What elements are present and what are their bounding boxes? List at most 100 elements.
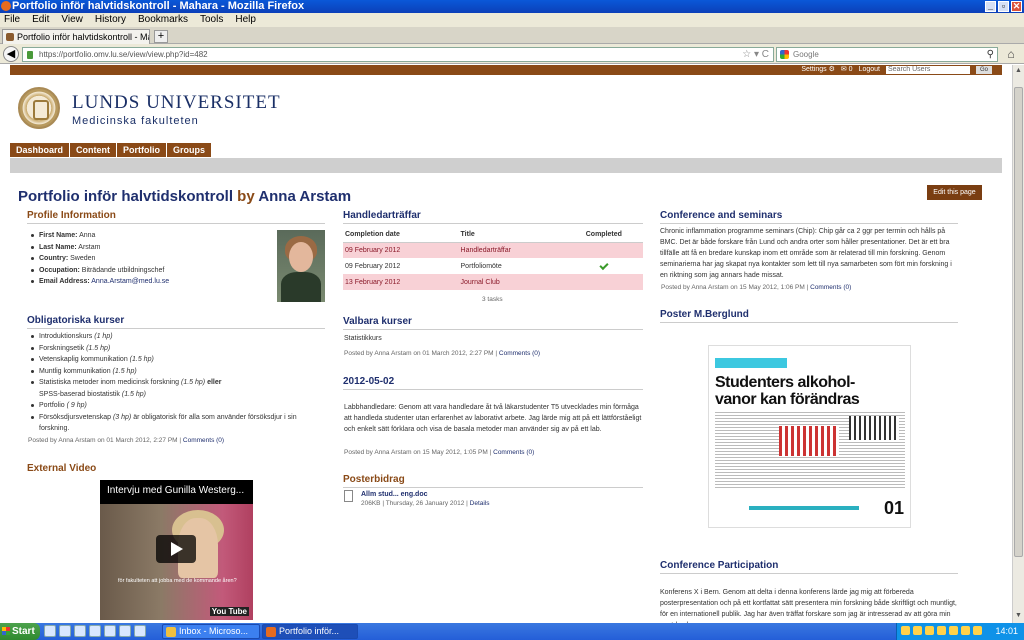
comments-link[interactable]: Comments (0) <box>183 437 224 444</box>
video-title[interactable]: Intervju med Gunilla Westerg... <box>107 485 244 496</box>
close-button[interactable]: ✕ <box>1011 1 1022 12</box>
browser-tab[interactable]: Portfolio inför halvtidskontroll - Mahar… <box>2 29 150 44</box>
firefox-icon <box>1 1 11 11</box>
page-title-text: Portfolio inför halvtidskontroll <box>18 188 233 205</box>
tray-icon[interactable] <box>925 626 934 635</box>
quick-launch-icon[interactable] <box>74 625 86 637</box>
menu-edit[interactable]: Edit <box>32 13 49 27</box>
tray-icon[interactable] <box>913 626 922 635</box>
scrollbar-thumb[interactable] <box>1014 87 1023 557</box>
profile-photo <box>277 230 325 302</box>
comments-link[interactable]: Comments (0) <box>493 449 534 456</box>
outlook-icon <box>166 627 176 637</box>
settings-link[interactable]: Settings ⚙ <box>801 65 835 75</box>
page-title-by: by <box>237 188 255 205</box>
task-date: 09 February 2012 <box>343 242 459 258</box>
firefox-icon <box>266 627 276 637</box>
play-icon[interactable] <box>156 535 196 563</box>
search-icon[interactable]: ⚲ <box>987 48 994 61</box>
task-title[interactable]: Journal Club <box>458 274 565 290</box>
logout-link[interactable]: Logout <box>859 65 880 75</box>
task-status <box>564 274 643 290</box>
inbox-link[interactable]: ✉ 0 <box>841 65 853 75</box>
home-button[interactable]: ⌂ <box>1003 47 1019 62</box>
nav-portfolio[interactable]: Portfolio <box>117 143 167 157</box>
nav-dashboard[interactable]: Dashboard <box>10 143 70 157</box>
system-tray: 14:01 <box>896 623 1024 640</box>
favicon-icon <box>6 33 14 41</box>
quick-launch-icon[interactable] <box>119 625 131 637</box>
tab-label: Portfolio inför halvtidskontroll - Mahar… <box>17 32 149 42</box>
maximize-button[interactable]: ▫ <box>998 1 1009 12</box>
file-link[interactable]: Allm stud... eng.doc <box>361 489 428 500</box>
video-caption: för fakulteten att jobba med de kommande… <box>118 578 237 584</box>
minimize-button[interactable]: _ <box>985 1 996 12</box>
clock[interactable]: 14:01 <box>995 623 1018 640</box>
comments-link[interactable]: Comments (0) <box>499 350 540 357</box>
youtube-logo[interactable]: You Tube <box>209 607 249 616</box>
menu-history[interactable]: History <box>95 13 126 27</box>
profile-first-name: First Name: Anna <box>28 230 268 242</box>
quick-launch-icon[interactable] <box>89 625 101 637</box>
new-tab-button[interactable]: + <box>154 30 168 43</box>
conference-text: Chronic inflammation programme seminars … <box>660 228 952 279</box>
menu-file[interactable]: File <box>4 13 20 27</box>
back-button[interactable]: ◀ <box>3 46 19 62</box>
user-search-input[interactable]: Search Users <box>886 66 970 74</box>
tray-icon[interactable] <box>961 626 970 635</box>
quick-launch-icon[interactable] <box>59 625 71 637</box>
vertical-scrollbar[interactable]: ▲ ▼ <box>1012 65 1024 623</box>
window-title-bar: Portfolio inför halvtidskontroll - Mahar… <box>0 0 1024 13</box>
nav-content[interactable]: Content <box>70 143 117 157</box>
taskbar-item-inbox[interactable]: Inbox - Microso... <box>162 624 260 639</box>
taskbar-item-firefox[interactable]: Portfolio inför... <box>262 624 358 639</box>
menu-tools[interactable]: Tools <box>200 13 223 27</box>
go-button[interactable]: Go <box>976 66 992 74</box>
menu-view[interactable]: View <box>61 13 83 27</box>
comments-link[interactable]: Comments (0) <box>810 284 851 291</box>
search-bar[interactable]: Google ⚲ <box>776 47 998 62</box>
tasks-table: Completion date Title Completed 09 Febru… <box>343 228 643 290</box>
column-completion-date: Completion date <box>343 228 459 243</box>
tasks-count: 3 tasks <box>482 296 503 303</box>
video-player[interactable]: Intervju med Gunilla Westerg... för faku… <box>100 480 253 620</box>
task-title[interactable]: Portfoliomöte <box>459 258 565 274</box>
start-button[interactable]: Start <box>0 623 40 640</box>
details-link[interactable]: Details <box>470 500 490 507</box>
list-item: Forskningsetik (1.5 hp) <box>28 343 324 355</box>
bookmark-star-icon[interactable]: ☆ ▾ C <box>742 48 769 61</box>
tray-icon[interactable] <box>901 626 910 635</box>
page-author: Anna Arstam <box>258 188 352 205</box>
email-link[interactable]: Anna.Arstam@med.lu.se <box>91 278 169 285</box>
poster-contribution-heading: Posterbidrag <box>343 474 643 488</box>
url-bar[interactable]: https://portfolio.omv.lu.se/view/view.ph… <box>22 47 774 62</box>
menu-help[interactable]: Help <box>235 13 256 27</box>
scroll-down-icon[interactable]: ▼ <box>1014 612 1023 621</box>
optional-posted-meta: Posted by Anna Arstam on 01 March 2012, … <box>344 350 541 357</box>
tab-bar: Portfolio inför halvtidskontroll - Mahar… <box>0 27 1024 44</box>
tray-icon[interactable] <box>949 626 958 635</box>
scroll-up-icon[interactable]: ▲ <box>1014 67 1023 76</box>
university-seal-logo[interactable] <box>18 87 60 129</box>
university-name: LUNDS UNIVERSITET <box>72 92 281 113</box>
edit-page-button[interactable]: Edit this page <box>927 185 982 200</box>
poster-image[interactable]: Studenters alkohol-vanor kan förändras 0… <box>708 345 911 528</box>
table-header: Completion date Title Completed <box>343 228 643 243</box>
tray-icon[interactable] <box>937 626 946 635</box>
mandatory-courses-heading: Obligatoriska kurser <box>27 315 325 329</box>
document-icon <box>344 490 353 502</box>
tray-icon[interactable] <box>973 626 982 635</box>
menu-bar: File Edit View History Bookmarks Tools H… <box>0 13 1024 27</box>
quick-launch-icon[interactable] <box>104 625 116 637</box>
menu-bookmarks[interactable]: Bookmarks <box>138 13 188 27</box>
external-video-heading: External Video <box>27 463 97 474</box>
taskbar-item-label: Inbox - Microso... <box>179 626 249 636</box>
profile-country: Country: Sweden <box>28 253 268 265</box>
table-row: 09 February 2012 Portfoliomöte <box>343 258 643 274</box>
search-placeholder: Google <box>793 50 819 59</box>
quick-launch-icon[interactable] <box>44 625 56 637</box>
task-title[interactable]: Handledarträffar <box>458 242 565 258</box>
nav-groups[interactable]: Groups <box>167 143 212 157</box>
quick-launch-icon[interactable] <box>134 625 146 637</box>
list-item: Försöksdjursvetenskap (3 hp) är obligato… <box>28 412 324 435</box>
